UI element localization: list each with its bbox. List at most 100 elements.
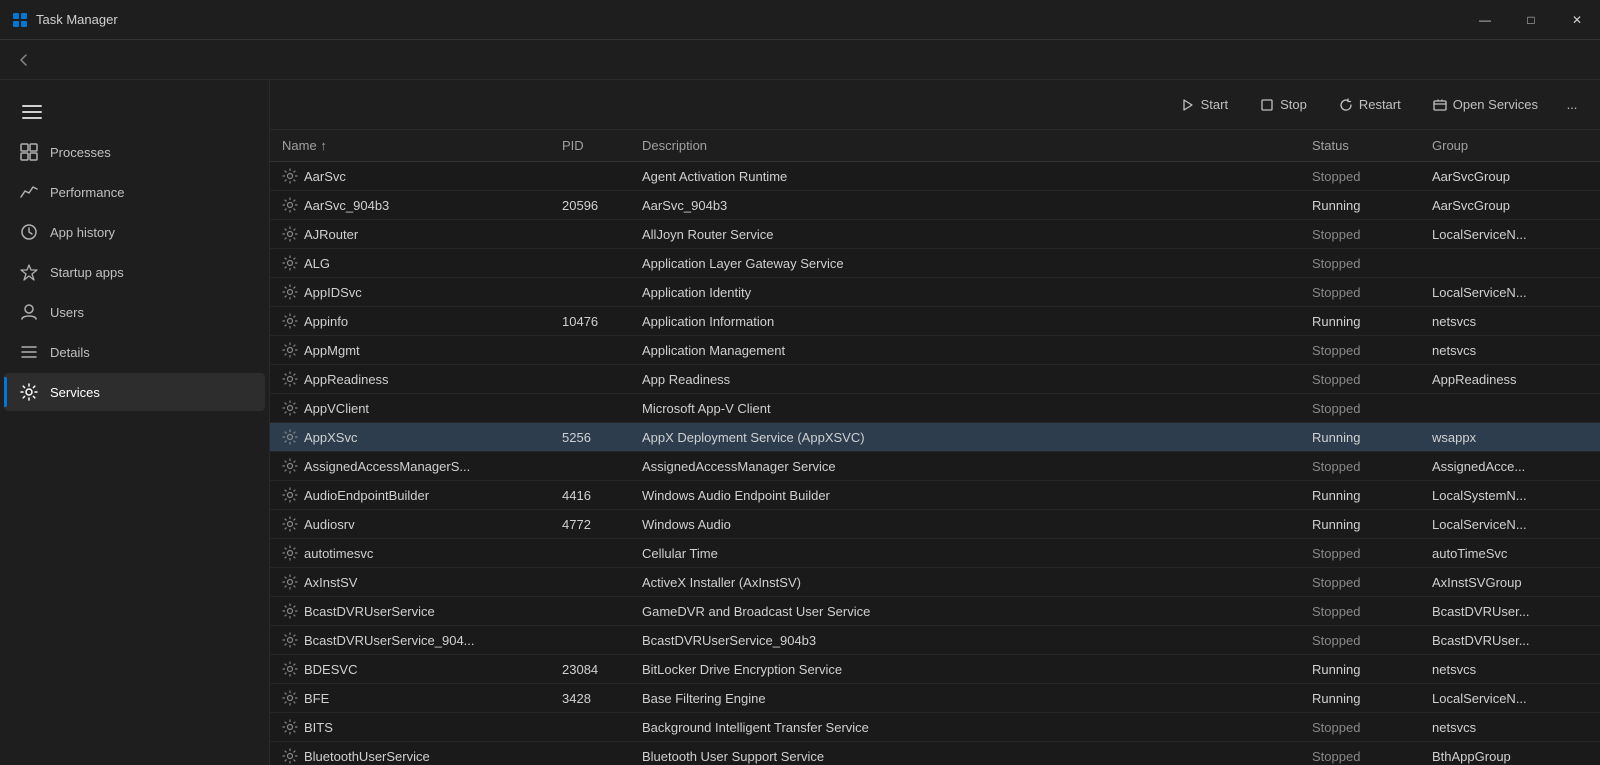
cell-description: Agent Activation Runtime — [630, 162, 1300, 191]
services-table: Name ↑ PID Description Status — [270, 130, 1600, 765]
restart-button[interactable]: Restart — [1325, 91, 1415, 118]
cell-pid — [550, 220, 630, 249]
table-row[interactable]: AppReadiness App Readiness Stopped AppRe… — [270, 365, 1600, 394]
sidebar-item-performance[interactable]: Performance — [4, 173, 265, 211]
cell-group: LocalServiceN... — [1420, 510, 1600, 539]
cell-pid: 10476 — [550, 307, 630, 336]
cell-pid: 4416 — [550, 481, 630, 510]
cell-name: BcastDVRUserService_904... — [270, 626, 550, 655]
table-row[interactable]: Audiosrv 4772 Windows Audio Running Loca… — [270, 510, 1600, 539]
services-table-container[interactable]: Name ↑ PID Description Status — [270, 130, 1600, 765]
cell-pid — [550, 365, 630, 394]
cell-description: Application Layer Gateway Service — [630, 249, 1300, 278]
maximize-button[interactable]: □ — [1508, 0, 1554, 40]
table-row[interactable]: AarSvc_904b3 20596 AarSvc_904b3 Running … — [270, 191, 1600, 220]
cell-status: Stopped — [1300, 278, 1420, 307]
col-header-name[interactable]: Name ↑ — [270, 130, 550, 162]
cell-description: Windows Audio Endpoint Builder — [630, 481, 1300, 510]
cell-name: BcastDVRUserService — [270, 597, 550, 626]
table-row[interactable]: BFE 3428 Base Filtering Engine Running L… — [270, 684, 1600, 713]
table-row[interactable]: BDESVC 23084 BitLocker Drive Encryption … — [270, 655, 1600, 684]
cell-status: Stopped — [1300, 597, 1420, 626]
start-button[interactable]: Start — [1167, 91, 1242, 118]
cell-pid: 20596 — [550, 191, 630, 220]
cell-status: Stopped — [1300, 742, 1420, 765]
cell-name: AarSvc — [270, 162, 550, 191]
table-row[interactable]: AppIDSvc Application Identity Stopped Lo… — [270, 278, 1600, 307]
sidebar-item-details[interactable]: Details — [4, 333, 265, 371]
col-header-group[interactable]: Group — [1420, 130, 1600, 162]
hamburger-button[interactable] — [16, 96, 48, 128]
cell-pid — [550, 597, 630, 626]
more-options-button[interactable]: ... — [1556, 89, 1588, 121]
cell-group: LocalServiceN... — [1420, 278, 1600, 307]
sidebar-item-services[interactable]: Services — [4, 373, 265, 411]
table-row[interactable]: AppMgmt Application Management Stopped n… — [270, 336, 1600, 365]
table-header-row: Name ↑ PID Description Status — [270, 130, 1600, 162]
cell-group: netsvcs — [1420, 307, 1600, 336]
cell-name: AarSvc_904b3 — [270, 191, 550, 220]
services-toolbar: Start Stop Restart Open S — [270, 80, 1600, 130]
cell-group: netsvcs — [1420, 336, 1600, 365]
table-row[interactable]: AudioEndpointBuilder 4416 Windows Audio … — [270, 481, 1600, 510]
cell-status: Stopped — [1300, 626, 1420, 655]
cell-status: Running — [1300, 655, 1420, 684]
cell-pid — [550, 336, 630, 365]
cell-group: BcastDVRUser... — [1420, 626, 1600, 655]
cell-pid — [550, 394, 630, 423]
stop-button[interactable]: Stop — [1246, 91, 1321, 118]
sidebar-item-startup-apps-label: Startup apps — [50, 265, 124, 280]
sidebar-item-users[interactable]: Users — [4, 293, 265, 331]
cell-group: autoTimeSvc — [1420, 539, 1600, 568]
startup-apps-icon — [20, 263, 38, 281]
table-row[interactable]: AppXSvc 5256 AppX Deployment Service (Ap… — [270, 423, 1600, 452]
sidebar: Processes Performance App history — [0, 80, 270, 765]
table-row[interactable]: AxInstSV ActiveX Installer (AxInstSV) St… — [270, 568, 1600, 597]
cell-name: BITS — [270, 713, 550, 742]
cell-group: LocalServiceN... — [1420, 684, 1600, 713]
cell-pid — [550, 278, 630, 307]
cell-group: wsappx — [1420, 423, 1600, 452]
cell-name: AppIDSvc — [270, 278, 550, 307]
table-row[interactable]: ALG Application Layer Gateway Service St… — [270, 249, 1600, 278]
cell-pid — [550, 539, 630, 568]
table-row[interactable]: BITS Background Intelligent Transfer Ser… — [270, 713, 1600, 742]
cell-pid — [550, 742, 630, 765]
table-row[interactable]: AarSvc Agent Activation Runtime Stopped … — [270, 162, 1600, 191]
cell-description: AppX Deployment Service (AppXSVC) — [630, 423, 1300, 452]
open-services-button[interactable]: Open Services — [1419, 91, 1552, 118]
sidebar-item-processes[interactable]: Processes — [4, 133, 265, 171]
cell-status: Stopped — [1300, 539, 1420, 568]
minimize-button[interactable]: — — [1462, 0, 1508, 40]
cell-description: Bluetooth User Support Service — [630, 742, 1300, 765]
table-row[interactable]: BcastDVRUserService_904... BcastDVRUserS… — [270, 626, 1600, 655]
active-indicator — [4, 377, 7, 407]
col-header-description[interactable]: Description — [630, 130, 1300, 162]
sidebar-item-startup-apps[interactable]: Startup apps — [4, 253, 265, 291]
table-row[interactable]: BluetoothUserService Bluetooth User Supp… — [270, 742, 1600, 765]
table-row[interactable]: AssignedAccessManagerS... AssignedAccess… — [270, 452, 1600, 481]
cell-description: App Readiness — [630, 365, 1300, 394]
table-row[interactable]: AppVClient Microsoft App-V Client Stoppe… — [270, 394, 1600, 423]
window-controls: — □ ✕ — [1462, 0, 1600, 40]
close-button[interactable]: ✕ — [1554, 0, 1600, 40]
table-row[interactable]: Appinfo 10476 Application Information Ru… — [270, 307, 1600, 336]
cell-name: AssignedAccessManagerS... — [270, 452, 550, 481]
processes-icon — [20, 143, 38, 161]
cell-description: Application Identity — [630, 278, 1300, 307]
cell-group: netsvcs — [1420, 713, 1600, 742]
cell-pid: 4772 — [550, 510, 630, 539]
col-header-status[interactable]: Status — [1300, 130, 1420, 162]
col-header-pid[interactable]: PID — [550, 130, 630, 162]
table-row[interactable]: AJRouter AllJoyn Router Service Stopped … — [270, 220, 1600, 249]
cell-group — [1420, 394, 1600, 423]
cell-group: AarSvcGroup — [1420, 162, 1600, 191]
table-row[interactable]: BcastDVRUserService GameDVR and Broadcas… — [270, 597, 1600, 626]
back-button[interactable] — [8, 44, 40, 76]
table-row[interactable]: autotimesvc Cellular Time Stopped autoTi… — [270, 539, 1600, 568]
sidebar-item-app-history[interactable]: App history — [4, 213, 265, 251]
title-bar-left: Task Manager — [12, 12, 118, 28]
sidebar-item-performance-label: Performance — [50, 185, 124, 200]
cell-group: BcastDVRUser... — [1420, 597, 1600, 626]
cell-name: AppXSvc — [270, 423, 550, 452]
